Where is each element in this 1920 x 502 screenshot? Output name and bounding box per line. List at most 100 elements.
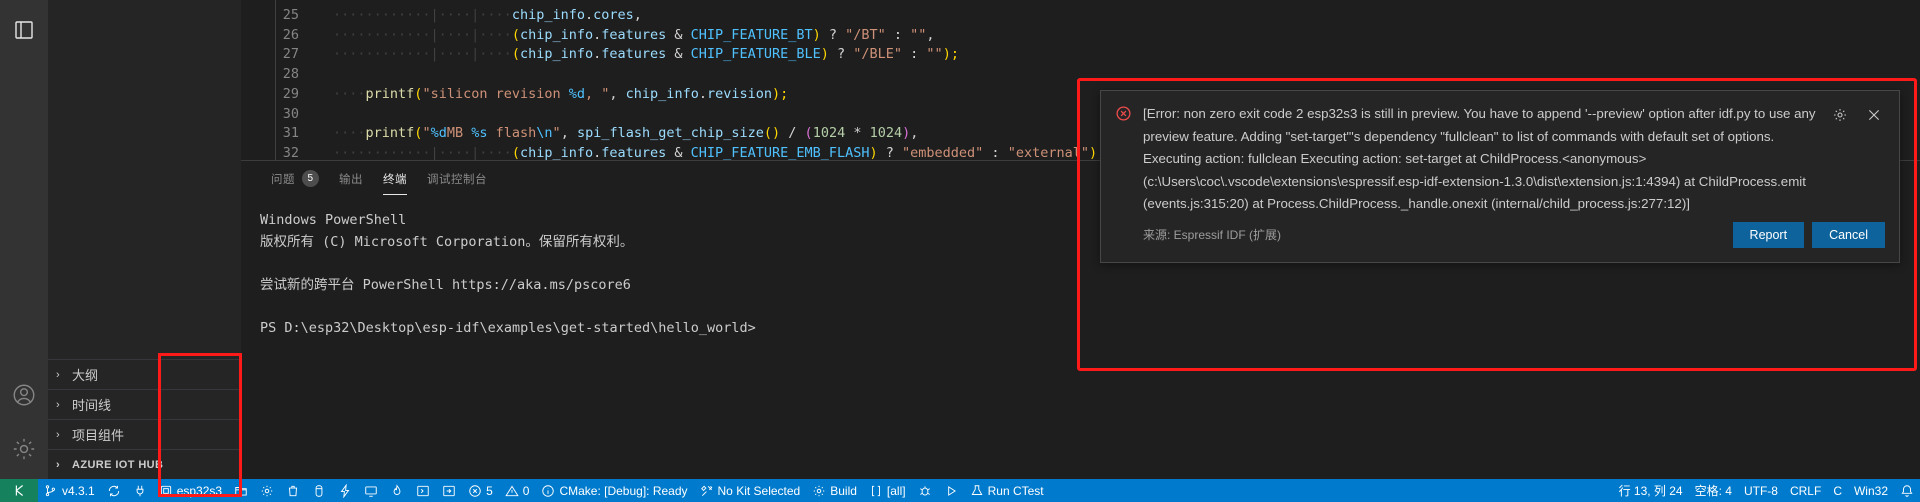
sidebar-section-outline[interactable]: › 大纲 — [48, 359, 241, 389]
panel-tab-问题[interactable]: 问题 5 — [261, 161, 329, 196]
arrow-into-box-icon — [442, 484, 456, 498]
chip-icon — [159, 484, 173, 498]
status-item-play[interactable] — [938, 479, 964, 502]
editor-line-number: 32 — [282, 144, 299, 160]
flame-icon — [390, 483, 404, 498]
status-item-plug[interactable] — [127, 479, 153, 502]
terminal-bracket-icon — [416, 484, 430, 498]
editor-code-line: ············|····|····(chip_info.feature… — [333, 144, 1106, 160]
panel-tab-终端[interactable]: 终端 — [373, 161, 417, 196]
status-item-label: Run CTest — [987, 483, 1044, 498]
status-item-win32[interactable]: Win32 — [1848, 479, 1894, 502]
sidebar: › 大纲 › 时间线 › 项目组件 › AZURE IOT HUB — [48, 0, 241, 479]
notification-footer: 来源: Espressif IDF (扩展) Report Cancel — [1101, 216, 1899, 262]
sidebar-section-timeline[interactable]: › 时间线 — [48, 389, 241, 419]
sidebar-section-label: 项目组件 — [72, 428, 125, 443]
status-item-label: Win32 — [1853, 483, 1888, 498]
editor-line-number: 31 — [282, 125, 299, 142]
status-item-bracket[interactable]: [all] — [863, 479, 912, 502]
status-bar-right: 行 13, 列 24 空格: 4 UTF-8 CRLF C Win32 — [1613, 479, 1920, 502]
status-item-arrow-into-box[interactable] — [436, 479, 462, 502]
status-item-tools[interactable]: No Kit Selected — [694, 479, 807, 502]
monitor-icon — [364, 484, 378, 498]
notification-message: [Error: non zero exit code 2 esp32s3 is … — [1143, 106, 1816, 211]
database-icon — [312, 484, 326, 498]
bracket-icon — [869, 484, 883, 498]
status-item-monitor[interactable] — [358, 479, 384, 502]
settings-gear-icon[interactable] — [0, 425, 48, 473]
error-icon — [468, 484, 482, 498]
sidebar-section-project-components[interactable]: › 项目组件 — [48, 419, 241, 449]
status-item-label: 空格: 4 — [1694, 484, 1732, 498]
status-item-flame[interactable] — [384, 479, 410, 502]
report-button[interactable]: Report — [1732, 221, 1805, 248]
cancel-button[interactable]: Cancel — [1812, 221, 1885, 248]
status-item-utf-8[interactable]: UTF-8 — [1738, 479, 1784, 502]
activity-bar-top — [0, 6, 48, 54]
status-item-sync[interactable] — [101, 479, 127, 502]
status-item-trash[interactable] — [280, 479, 306, 502]
accounts-icon[interactable] — [0, 371, 48, 419]
status-item-label: 0 — [522, 483, 530, 498]
panel-tab-label: 终端 — [383, 173, 407, 186]
panel-tab-调试控制台[interactable]: 调试控制台 — [417, 161, 497, 196]
gear-icon — [812, 484, 826, 498]
chevron-right-icon: › — [56, 368, 60, 381]
status-item--4[interactable]: 空格: 4 — [1689, 479, 1738, 502]
sidebar-section-label: AZURE IOT HUB — [72, 458, 164, 471]
panel-tab-label: 调试控制台 — [427, 173, 487, 186]
status-item-crlf[interactable]: CRLF — [1784, 479, 1827, 502]
chevron-right-icon: › — [56, 398, 60, 411]
folder-icon — [234, 484, 248, 498]
editor-line-number: 25 — [282, 7, 299, 23]
beaker-icon — [970, 484, 984, 498]
notification-body: [Error: non zero exit code 2 esp32s3 is … — [1101, 91, 1899, 216]
sidebar-section-label: 时间线 — [72, 398, 112, 413]
status-bar: v4.3.1 esp32s3 5 0 CMake: [Debug]: Ready No K… — [0, 479, 1920, 502]
status-item-gear[interactable]: Build — [806, 479, 863, 502]
status-item-label: [all] — [886, 483, 906, 498]
explorer-icon[interactable] — [0, 6, 48, 54]
status-item-flash[interactable] — [332, 479, 358, 502]
status-item-label: esp32s3 — [176, 483, 223, 498]
editor-code-line: ····printf("silicon revision %d, ", chip… — [333, 85, 789, 102]
status-item-beaker[interactable]: Run CTest — [964, 479, 1050, 502]
status-item-label: 行 13, 列 24 — [1618, 484, 1683, 498]
editor-code-line: ············|····|····chip_info.cores, — [333, 7, 642, 23]
status-item-chip[interactable]: esp32s3 — [153, 479, 228, 502]
gear-icon[interactable] — [1831, 106, 1849, 124]
panel-tab-label: 输出 — [339, 173, 363, 186]
sync-icon — [107, 484, 121, 498]
status-item-error[interactable]: 5 — [462, 479, 499, 502]
status-item-folder[interactable] — [228, 479, 254, 502]
status-item-label: UTF-8 — [1743, 483, 1778, 498]
close-icon[interactable] — [1865, 106, 1883, 124]
status-item-gear[interactable] — [254, 479, 280, 502]
editor-line-number: 27 — [282, 46, 299, 63]
status-item-source-control[interactable]: v4.3.1 — [38, 479, 101, 502]
notification-buttons: Report Cancel — [1732, 221, 1885, 248]
status-bar-left: v4.3.1 esp32s3 5 0 CMake: [Debug]: Ready No K… — [38, 479, 1050, 502]
gear-icon — [260, 484, 274, 498]
vscode-window: › 大纲 › 时间线 › 项目组件 › AZURE IOT HUB 25 ····… — [0, 0, 1920, 502]
status-item-label: v4.3.1 — [62, 483, 95, 498]
status-item-warning[interactable]: 0 — [499, 479, 536, 502]
status-item--13-24[interactable]: 行 13, 列 24 — [1613, 479, 1689, 502]
status-item-info[interactable]: CMake: [Debug]: Ready — [535, 479, 693, 502]
chevron-right-icon: › — [56, 458, 61, 471]
status-item-c[interactable]: C — [1827, 479, 1848, 502]
editor-line-number: 26 — [282, 26, 299, 43]
remote-window-icon[interactable] — [0, 479, 38, 502]
status-item-bug[interactable] — [912, 479, 938, 502]
sidebar-section-azure-iot-hub[interactable]: › AZURE IOT HUB — [48, 449, 241, 479]
chevron-right-icon: › — [56, 428, 60, 441]
status-item-terminal-bracket[interactable] — [410, 479, 436, 502]
panel-tab-输出[interactable]: 输出 — [329, 161, 373, 196]
editor-code-line: ············|····|····(chip_info.feature… — [333, 46, 959, 63]
bug-icon — [918, 484, 932, 498]
status-item-database[interactable] — [306, 479, 332, 502]
notification-toast: [Error: non zero exit code 2 esp32s3 is … — [1100, 90, 1900, 263]
status-item-bell-icon[interactable] — [1894, 479, 1920, 502]
warning-icon — [505, 484, 519, 498]
notification-source: 来源: Espressif IDF (扩展) — [1143, 228, 1282, 242]
